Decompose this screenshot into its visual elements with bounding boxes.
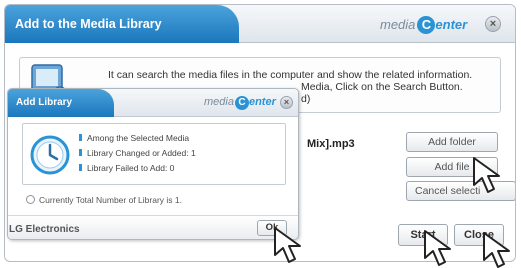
pointer-cursor-icon bbox=[274, 227, 301, 263]
company-label: LG Electronics bbox=[9, 224, 80, 235]
result-panel: Among the Selected Media Library Changed… bbox=[22, 123, 286, 185]
sub-title-bar: Add Library media Center × bbox=[8, 89, 298, 117]
radio-icon[interactable] bbox=[26, 195, 35, 204]
sub-logo-prefix: media bbox=[204, 96, 234, 108]
sub-title-tab: Add Library bbox=[8, 89, 114, 117]
sub-mediacenter-logo: media Center bbox=[204, 96, 276, 110]
total-library-text: Currently Total Number of Library is 1. bbox=[39, 195, 182, 205]
pointer-cursor-icon bbox=[473, 157, 500, 193]
info-line-1: It can search the media files in the com… bbox=[108, 69, 473, 81]
bullet-icon bbox=[79, 164, 82, 171]
sub-close-icon[interactable]: × bbox=[280, 96, 293, 109]
result-label: Library Failed to Add: 0 bbox=[87, 163, 175, 173]
add-library-dialog: Add Library media Center × Among the Sele… bbox=[7, 88, 299, 240]
info-line-2: Media, Click on the Search Button. bbox=[301, 81, 463, 93]
close-icon[interactable]: × bbox=[485, 16, 501, 32]
result-label: Library Changed or Added: 1 bbox=[87, 148, 196, 158]
title-tab: Add to the Media Library bbox=[5, 5, 239, 43]
add-folder-button[interactable]: Add folder bbox=[406, 132, 498, 152]
pointer-cursor-icon bbox=[424, 230, 451, 266]
logo-c-letter: C bbox=[417, 16, 436, 34]
sub-dialog-title: Add Library bbox=[16, 97, 73, 108]
sub-logo-c-letter: C bbox=[234, 96, 249, 110]
pointer-cursor-icon bbox=[483, 232, 510, 268]
dialog-title: Add to the Media Library bbox=[15, 17, 162, 31]
sub-footer: LG Electronics Ok bbox=[8, 215, 298, 239]
result-list: Among the Selected Media Library Changed… bbox=[79, 131, 196, 176]
result-item: Library Changed or Added: 1 bbox=[79, 146, 196, 161]
bullet-icon bbox=[79, 149, 82, 156]
title-bar: Add to the Media Library media Center × bbox=[5, 5, 515, 43]
result-item: Library Failed to Add: 0 bbox=[79, 161, 196, 176]
logo-prefix: media bbox=[380, 17, 416, 32]
info-text: It can search the media files in the com… bbox=[108, 69, 472, 82]
total-library-option[interactable]: Currently Total Number of Library is 1. bbox=[26, 195, 182, 205]
clock-icon bbox=[30, 135, 70, 175]
logo-rest: enter bbox=[435, 17, 468, 32]
selected-file[interactable]: Mix].mp3 bbox=[307, 138, 355, 150]
info-line-2-partial: d) bbox=[301, 93, 311, 105]
mediacenter-logo: media Center bbox=[380, 16, 467, 34]
sub-logo-rest: enter bbox=[248, 96, 276, 108]
result-label: Among the Selected Media bbox=[87, 133, 190, 143]
result-item: Among the Selected Media bbox=[79, 131, 196, 146]
bullet-icon bbox=[79, 134, 82, 141]
